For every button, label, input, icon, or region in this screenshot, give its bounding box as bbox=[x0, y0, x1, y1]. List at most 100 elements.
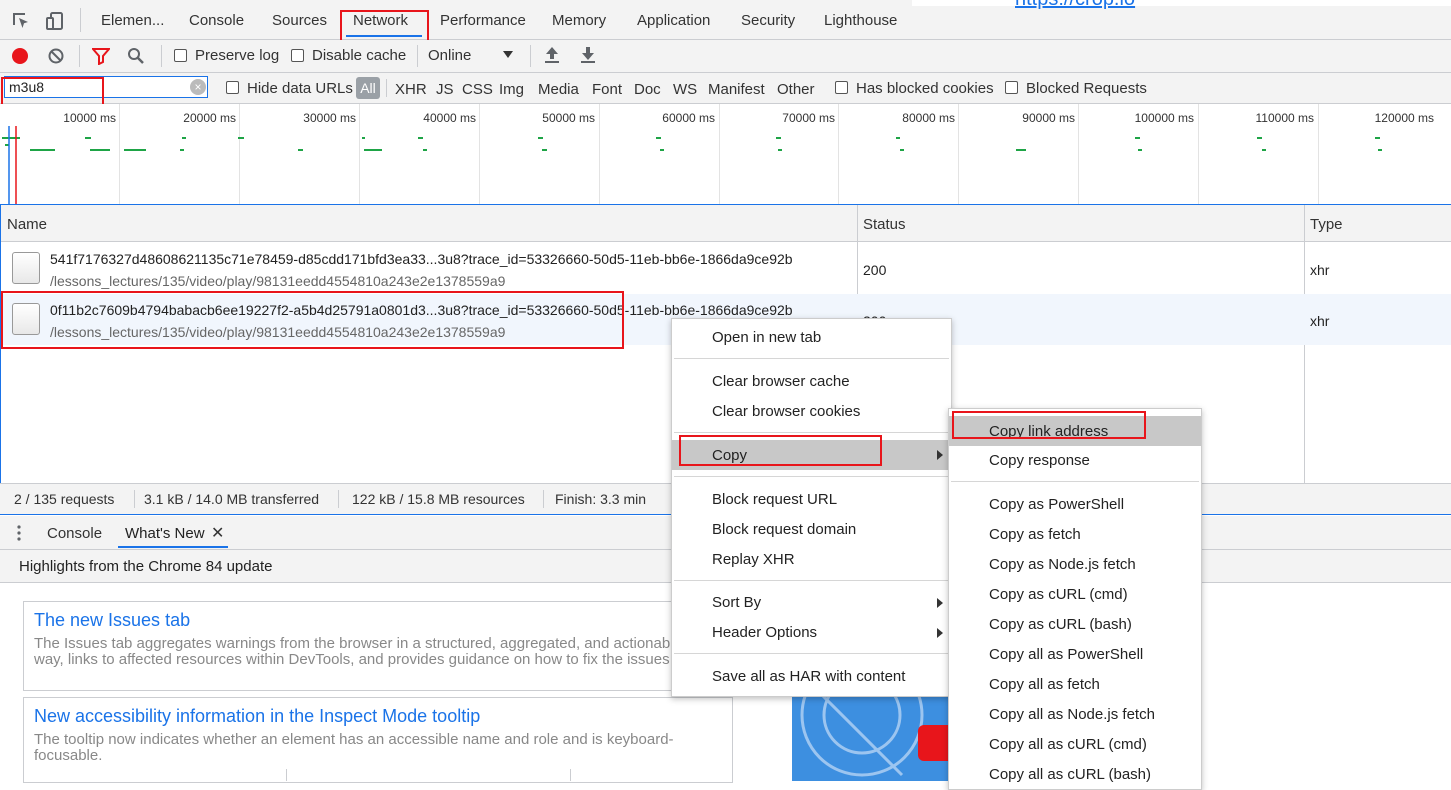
waterfall-overview-graph bbox=[2, 126, 1382, 204]
disable-cache-checkbox[interactable] bbox=[291, 49, 304, 62]
feature-card: The new Issues tab The Issues tab aggreg… bbox=[23, 601, 733, 691]
type-filter-all[interactable]: All bbox=[356, 77, 380, 99]
menu-item-open-new-tab[interactable]: Open in new tab bbox=[672, 324, 951, 352]
tab-sources[interactable]: Sources bbox=[272, 12, 327, 29]
tab-lighthouse[interactable]: Lighthouse bbox=[824, 12, 897, 29]
menu-item-block-url[interactable]: Block request URL bbox=[672, 486, 951, 514]
menu-item-copy-powershell[interactable]: Copy as PowerShell bbox=[949, 491, 1201, 519]
submenu-arrow-icon bbox=[937, 450, 943, 460]
has-blocked-cookies-checkbox[interactable] bbox=[835, 81, 848, 94]
request-name: 541f7176327d48608621135c71e78459-d85cdd1… bbox=[50, 251, 793, 267]
menu-item-copy-all-nodejs-fetch[interactable]: Copy all as Node.js fetch bbox=[949, 701, 1201, 729]
clear-icon[interactable] bbox=[47, 47, 65, 65]
hide-data-urls-label: Hide data URLs bbox=[247, 80, 353, 97]
menu-item-copy-response[interactable]: Copy response bbox=[949, 447, 1201, 475]
type-filter-img[interactable]: Img bbox=[499, 81, 524, 98]
request-status: 200 bbox=[863, 262, 887, 278]
tab-elements[interactable]: Elemen... bbox=[101, 12, 164, 29]
request-path: /lessons_lectures/135/video/play/98131ee… bbox=[50, 324, 506, 340]
menu-item-sort-by[interactable]: Sort By bbox=[672, 589, 951, 617]
clear-filter-icon[interactable]: × bbox=[190, 79, 206, 95]
disable-cache-label: Disable cache bbox=[312, 47, 407, 64]
whats-new-subtitle: Highlights from the Chrome 84 update bbox=[19, 558, 273, 575]
close-icon[interactable]: ✕ bbox=[211, 523, 224, 543]
type-filter-js[interactable]: JS bbox=[436, 81, 454, 98]
card-title[interactable]: New accessibility information in the Ins… bbox=[34, 706, 480, 727]
inspect-element-icon[interactable] bbox=[10, 10, 32, 32]
type-filter-manifest[interactable]: Manifest bbox=[708, 81, 765, 98]
menu-item-copy-fetch[interactable]: Copy as fetch bbox=[949, 521, 1201, 549]
menu-item-copy-curl-cmd[interactable]: Copy as cURL (cmd) bbox=[949, 581, 1201, 609]
type-filter-xhr[interactable]: XHR bbox=[395, 81, 427, 98]
tab-network[interactable]: Network bbox=[353, 12, 408, 29]
submenu-arrow-icon bbox=[937, 598, 943, 608]
drawer-tab-console[interactable]: Console bbox=[47, 525, 102, 542]
active-tab-indicator bbox=[346, 35, 422, 37]
active-tab-indicator bbox=[118, 546, 228, 548]
import-har-icon[interactable] bbox=[543, 46, 561, 64]
record-icon[interactable] bbox=[11, 47, 29, 65]
feature-image bbox=[792, 695, 948, 781]
type-filter-ws[interactable]: WS bbox=[673, 81, 697, 98]
menu-item-copy-link-address[interactable]: Copy link address bbox=[949, 416, 1201, 446]
type-filter-css[interactable]: CSS bbox=[462, 81, 493, 98]
file-icon bbox=[12, 252, 40, 284]
type-filter-font[interactable]: Font bbox=[592, 81, 622, 98]
card-text: The Issues tab aggregates warnings from … bbox=[34, 635, 682, 668]
blocked-requests-checkbox[interactable] bbox=[1005, 81, 1018, 94]
menu-item-clear-cookies[interactable]: Clear browser cookies bbox=[672, 398, 951, 426]
has-blocked-cookies-label: Has blocked cookies bbox=[856, 80, 994, 97]
menu-item-header-options[interactable]: Header Options bbox=[672, 619, 951, 647]
chevron-down-icon[interactable] bbox=[503, 51, 513, 59]
table-row[interactable]: 541f7176327d48608621135c71e78459-d85cdd1… bbox=[1, 243, 1451, 294]
throttling-select[interactable]: Online bbox=[428, 47, 471, 64]
type-filter-doc[interactable]: Doc bbox=[634, 81, 661, 98]
menu-item-copy-all-curl-bash[interactable]: Copy all as cURL (bash) bbox=[949, 761, 1201, 789]
filter-input[interactable]: m3u8 bbox=[4, 76, 208, 98]
tab-application[interactable]: Application bbox=[637, 12, 710, 29]
menu-item-block-domain[interactable]: Block request domain bbox=[672, 516, 951, 544]
column-header-status[interactable]: Status bbox=[863, 216, 906, 233]
menu-item-copy-nodejs-fetch[interactable]: Copy as Node.js fetch bbox=[949, 551, 1201, 579]
column-header-name[interactable]: Name bbox=[7, 216, 47, 233]
menu-item-replay-xhr[interactable]: Replay XHR bbox=[672, 546, 951, 574]
card-text: The tooltip now indicates whether an ele… bbox=[34, 731, 674, 764]
request-name: 0f11b2c7609b4794babacb6ee19227f2-a5b4d25… bbox=[50, 302, 793, 318]
submenu-arrow-icon bbox=[937, 628, 943, 638]
tab-console[interactable]: Console bbox=[189, 12, 244, 29]
type-filter-other[interactable]: Other bbox=[777, 81, 815, 98]
blocked-requests-label: Blocked Requests bbox=[1026, 80, 1147, 97]
menu-item-copy-all-powershell[interactable]: Copy all as PowerShell bbox=[949, 641, 1201, 669]
preserve-log-checkbox[interactable] bbox=[174, 49, 187, 62]
device-toolbar-icon[interactable] bbox=[44, 10, 66, 32]
preserve-log-label: Preserve log bbox=[195, 47, 280, 64]
type-filter-media[interactable]: Media bbox=[538, 81, 579, 98]
request-type: xhr bbox=[1310, 262, 1330, 278]
resources-size: 122 kB / 15.8 MB resources bbox=[352, 491, 525, 507]
tab-security[interactable]: Security bbox=[741, 12, 795, 29]
menu-item-clear-cache[interactable]: Clear browser cache bbox=[672, 368, 951, 396]
page-url-fragment[interactable]: https://crop.io bbox=[1015, 0, 1135, 11]
menu-item-copy[interactable]: Copy bbox=[672, 440, 951, 470]
network-toolbar: Preserve log Disable cache Online bbox=[0, 40, 1451, 73]
drawer-tab-whats-new[interactable]: What's New bbox=[125, 525, 205, 542]
search-icon[interactable] bbox=[127, 47, 145, 65]
filter-icon[interactable] bbox=[92, 47, 110, 65]
tab-performance[interactable]: Performance bbox=[440, 12, 526, 29]
column-header-type[interactable]: Type bbox=[1310, 216, 1343, 233]
tab-memory[interactable]: Memory bbox=[552, 12, 606, 29]
file-icon bbox=[12, 303, 40, 335]
network-overview[interactable]: 10000 ms 20000 ms 30000 ms 40000 ms 5000… bbox=[0, 104, 1451, 205]
finish-time: Finish: 3.3 min bbox=[555, 491, 647, 507]
hide-data-urls-checkbox[interactable] bbox=[226, 81, 239, 94]
card-title[interactable]: The new Issues tab bbox=[34, 610, 190, 631]
more-tabs-icon[interactable] bbox=[16, 524, 22, 542]
menu-item-copy-all-curl-cmd[interactable]: Copy all as cURL (cmd) bbox=[949, 731, 1201, 759]
menu-item-save-har[interactable]: Save all as HAR with content bbox=[672, 663, 951, 691]
menu-item-copy-curl-bash[interactable]: Copy as cURL (bash) bbox=[949, 611, 1201, 639]
export-har-icon[interactable] bbox=[579, 46, 597, 64]
table-header: Name Status Type bbox=[1, 205, 1451, 242]
menu-item-copy-all-fetch[interactable]: Copy all as fetch bbox=[949, 671, 1201, 699]
request-count: 2 / 135 requests bbox=[14, 491, 115, 507]
filter-bar: m3u8 × Hide data URLs All XHR JS CSS Img… bbox=[0, 73, 1451, 107]
